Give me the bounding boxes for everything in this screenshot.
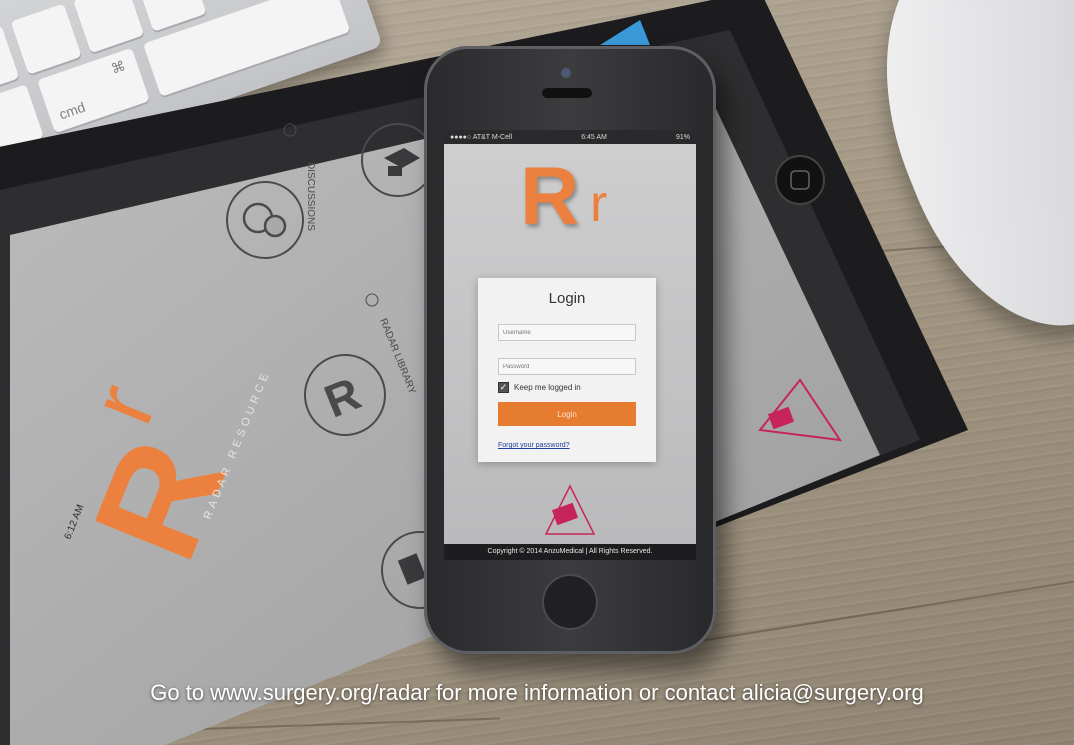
photo-scene: ⌘ cmd DISCUSSIONS R RADAR LIBRARY R r RA… <box>0 0 1074 745</box>
username-input[interactable] <box>498 324 636 341</box>
app-logo-large: R <box>520 151 580 242</box>
tablet-menu-label: DISCUSSIONS <box>305 162 316 231</box>
keep-logged-in-checkbox[interactable]: ✓ <box>498 382 509 393</box>
keep-logged-in-row[interactable]: ✓ Keep me logged in <box>498 382 581 393</box>
login-button[interactable]: Login <box>498 402 636 426</box>
status-battery: 91% <box>675 133 690 141</box>
status-bar: ●●●●○ AT&T M-Cell 6:45 AM 91% <box>444 130 696 144</box>
status-time: 6:45 AM <box>581 133 607 141</box>
password-input[interactable] <box>498 358 636 375</box>
login-panel: Login ✓ Keep me logged in Login Forgot y… <box>478 278 656 462</box>
keep-logged-in-label: Keep me logged in <box>514 383 581 392</box>
phone-pink-logo <box>544 484 596 535</box>
login-title: Login <box>548 290 586 307</box>
status-carrier: ●●●●○ AT&T M-Cell <box>450 133 513 141</box>
phone-camera <box>561 68 571 78</box>
phone-home-button <box>542 574 598 630</box>
phone-speaker <box>542 88 592 98</box>
phone-screen: ●●●●○ AT&T M-Cell 6:45 AM 91% R r Login … <box>444 130 696 560</box>
forgot-password-link[interactable]: Forgot your password? <box>498 442 570 449</box>
app-logo-small: r <box>590 175 608 233</box>
tablet-home-button <box>775 155 825 205</box>
iphone: ●●●●○ AT&T M-Cell 6:45 AM 91% R r Login … <box>424 46 716 654</box>
copyright-footer: Copyright © 2014 AnzuMedical | All Right… <box>444 544 696 560</box>
caption-text: Go to www.surgery.org/radar for more inf… <box>150 680 924 705</box>
